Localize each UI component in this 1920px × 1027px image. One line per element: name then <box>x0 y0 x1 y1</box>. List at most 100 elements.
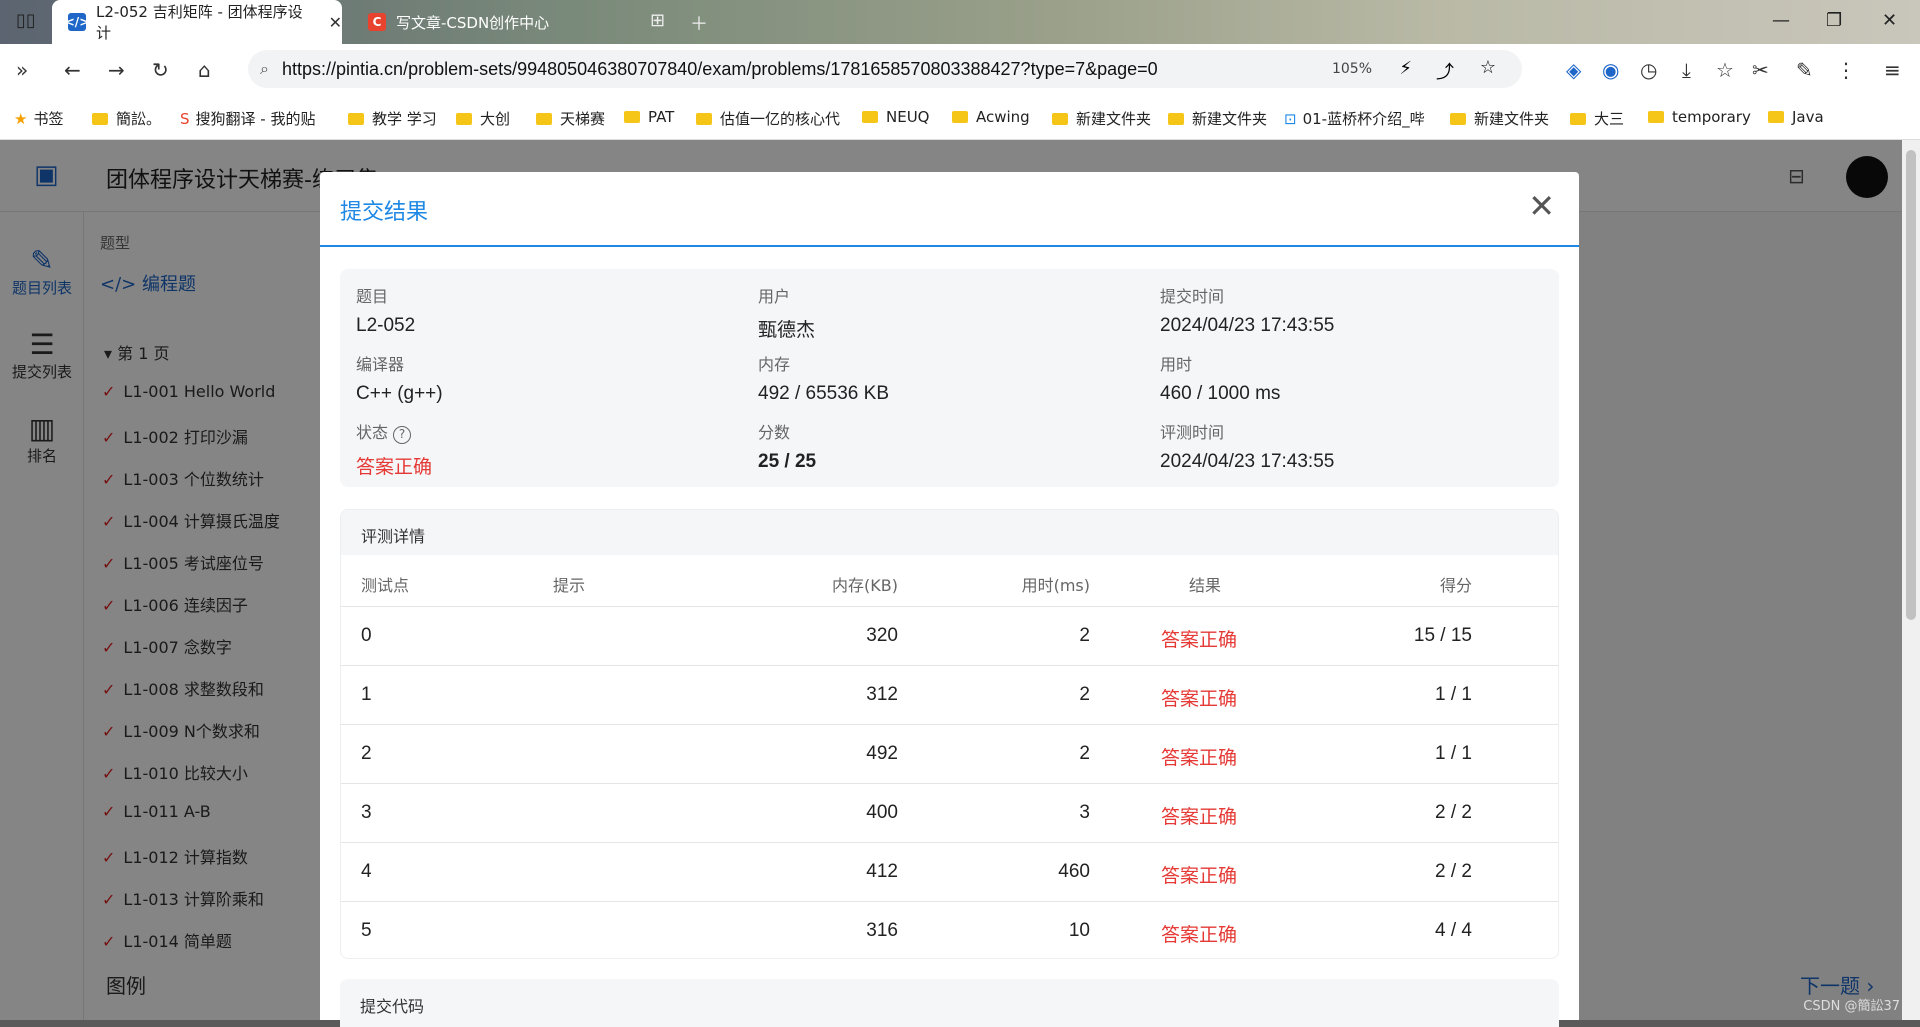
csdn-favicon-icon: C <box>368 13 386 31</box>
summary-status: 状态 ? 答案正确 <box>356 419 432 479</box>
dialog-header: 提交结果 ✕ <box>320 172 1579 247</box>
help-icon[interactable]: ? <box>393 426 411 444</box>
folder-icon <box>624 111 640 123</box>
bookmark-item[interactable]: 估值一亿的核心代 <box>696 108 840 129</box>
bookmark-item[interactable]: Acwing <box>952 108 1030 126</box>
tab-csdn[interactable]: C 写文章-CSDN创作中心 <box>352 0 612 44</box>
table-row: 0 320 2 答案正确 15 / 15 <box>341 607 1558 666</box>
folder-icon <box>696 113 712 125</box>
bookmark-item[interactable]: S搜狗翻译 - 我的贴 <box>180 108 315 129</box>
folder-icon <box>1168 113 1184 125</box>
bookmark-item[interactable]: 簡訟。 <box>92 108 161 129</box>
tab-active[interactable]: </> L2-052 吉利矩阵 - 团体程序设计 ✕ <box>52 0 342 44</box>
dialog-title: 提交结果 <box>340 194 428 226</box>
bookmark-item[interactable]: 教学 学习 <box>348 108 437 129</box>
hamburger-icon[interactable]: ≡ <box>1884 58 1901 82</box>
submission-summary: 题目 L2-052 用户 甄德杰 提交时间 2024/04/23 17:43:5… <box>340 269 1559 487</box>
new-tab-icon[interactable]: ＋ <box>690 10 708 36</box>
expand-icon[interactable]: » <box>16 58 28 82</box>
tab-groups-icon[interactable]: ⊞ <box>650 10 665 31</box>
bookmark-item[interactable]: ⊡01-蓝桥杯介绍_哔 <box>1284 108 1425 129</box>
column-header: 测试点 <box>361 572 409 596</box>
reload-icon[interactable]: ↻ <box>152 58 169 82</box>
url-text[interactable]: https://pintia.cn/problem-sets/994805046… <box>282 59 1158 80</box>
download-icon[interactable]: ⤓ <box>1682 58 1691 82</box>
home-icon[interactable]: ⌂ <box>198 58 211 82</box>
address-bar[interactable]: ⌕ https://pintia.cn/problem-sets/9948050… <box>248 50 1522 88</box>
bookmark-item[interactable]: 大三 <box>1570 108 1624 129</box>
bookmark-item[interactable]: Java <box>1768 108 1824 126</box>
search-icon: ⌕ <box>260 59 269 79</box>
table-header: 测试点 提示 内存(KB) 用时(ms) 结果 得分 <box>341 555 1558 607</box>
status-badge: 答案正确 <box>356 452 432 479</box>
table-row: 5 316 10 答案正确 4 / 4 <box>341 902 1558 959</box>
result-badge: 答案正确 <box>1161 920 1237 947</box>
bookmark-item[interactable]: ★书签 <box>14 108 63 129</box>
result-badge: 答案正确 <box>1161 625 1237 652</box>
folder-icon <box>1768 111 1784 123</box>
column-header: 结果 <box>1189 572 1221 596</box>
navigation-bar: » ← → ↻ ⌂ ⌕ https://pintia.cn/problem-se… <box>0 44 1920 96</box>
bookmark-item[interactable]: 天梯赛 <box>536 108 605 129</box>
summary-compiler: 编译器 C++ (g++) <box>356 351 443 405</box>
result-badge: 答案正确 <box>1161 802 1237 829</box>
translate-icon[interactable]: ◉ <box>1602 58 1619 82</box>
star-icon: ★ <box>14 110 27 128</box>
collections-icon[interactable]: ☆ <box>1716 58 1734 82</box>
folder-icon <box>1648 111 1664 123</box>
sidebar-toggle-icon[interactable]: ▯▯ <box>16 10 36 31</box>
column-header: 内存(KB) <box>832 572 898 596</box>
table-row: 4 412 460 答案正确 2 / 2 <box>341 843 1558 902</box>
pen-icon[interactable]: ✎ <box>1796 58 1813 82</box>
folder-icon <box>348 113 364 125</box>
minimize-icon[interactable]: — <box>1772 10 1790 31</box>
summary-memory: 内存 492 / 65536 KB <box>758 351 889 405</box>
column-header: 得分 <box>1440 572 1472 596</box>
folder-icon <box>1052 113 1068 125</box>
lightning-icon[interactable]: ⚡ <box>1399 58 1412 79</box>
screenshot-icon[interactable]: ✂ <box>1752 58 1769 82</box>
summary-user: 用户 甄德杰 <box>758 283 815 342</box>
bookmark-item[interactable]: 新建文件夹 <box>1450 108 1549 129</box>
result-badge: 答案正确 <box>1161 861 1237 888</box>
bookmark-item[interactable]: PAT <box>624 108 674 126</box>
back-icon[interactable]: ← <box>64 58 81 82</box>
table-row: 3 400 3 答案正确 2 / 2 <box>341 784 1558 843</box>
forward-icon[interactable]: → <box>108 58 125 82</box>
submitted-code-title: 提交代码 <box>360 993 424 1017</box>
table-row: 2 492 2 答案正确 1 / 1 <box>341 725 1558 784</box>
bilibili-icon: ⊡ <box>1284 110 1297 128</box>
table-row: 1 312 2 答案正确 1 / 1 <box>341 666 1558 725</box>
summary-judge-time: 评测时间 2024/04/23 17:43:55 <box>1160 419 1334 473</box>
bookmark-item[interactable]: temporary <box>1648 108 1751 126</box>
scroll-thumb[interactable] <box>1906 150 1916 620</box>
folder-icon <box>456 113 472 125</box>
history-icon[interactable]: ◷ <box>1640 58 1657 82</box>
page-scrollbar[interactable] <box>1902 140 1920 1020</box>
column-header: 用时(ms) <box>1022 572 1090 596</box>
folder-icon <box>862 111 878 123</box>
close-icon[interactable]: ✕ <box>1528 190 1555 222</box>
bookmark-item[interactable]: 大创 <box>456 108 510 129</box>
details-header: 评测详情 <box>341 510 1558 555</box>
restore-icon[interactable]: ❐ <box>1826 10 1842 31</box>
favorite-star-icon[interactable]: ☆ <box>1480 57 1496 78</box>
bookmark-item[interactable]: NEUQ <box>862 108 929 126</box>
summary-submit-time: 提交时间 2024/04/23 17:43:55 <box>1160 283 1334 337</box>
zoom-level[interactable]: 105% <box>1332 61 1372 77</box>
extension-icon[interactable]: ◈ <box>1566 58 1581 82</box>
judge-details: 评测详情 测试点 提示 内存(KB) 用时(ms) 结果 得分 0 320 2 … <box>340 509 1559 959</box>
pta-favicon-icon: </> <box>68 13 86 31</box>
watermark: CSDN @簡訟37 <box>1803 995 1900 1014</box>
folder-icon <box>1450 113 1466 125</box>
summary-score: 分数 25 / 25 <box>758 419 816 473</box>
summary-problem: 题目 L2-052 <box>356 283 415 337</box>
tab-close-icon[interactable]: ✕ <box>329 13 342 32</box>
column-header: 提示 <box>553 572 585 596</box>
bookmark-item[interactable]: 新建文件夹 <box>1168 108 1267 129</box>
bookmark-item[interactable]: 新建文件夹 <box>1052 108 1151 129</box>
menu-dots-icon[interactable]: ⋮ <box>1836 58 1856 82</box>
result-badge: 答案正确 <box>1161 743 1237 770</box>
share-icon[interactable]: ⤴ <box>1436 58 1454 84</box>
window-close-icon[interactable]: ✕ <box>1882 10 1897 31</box>
